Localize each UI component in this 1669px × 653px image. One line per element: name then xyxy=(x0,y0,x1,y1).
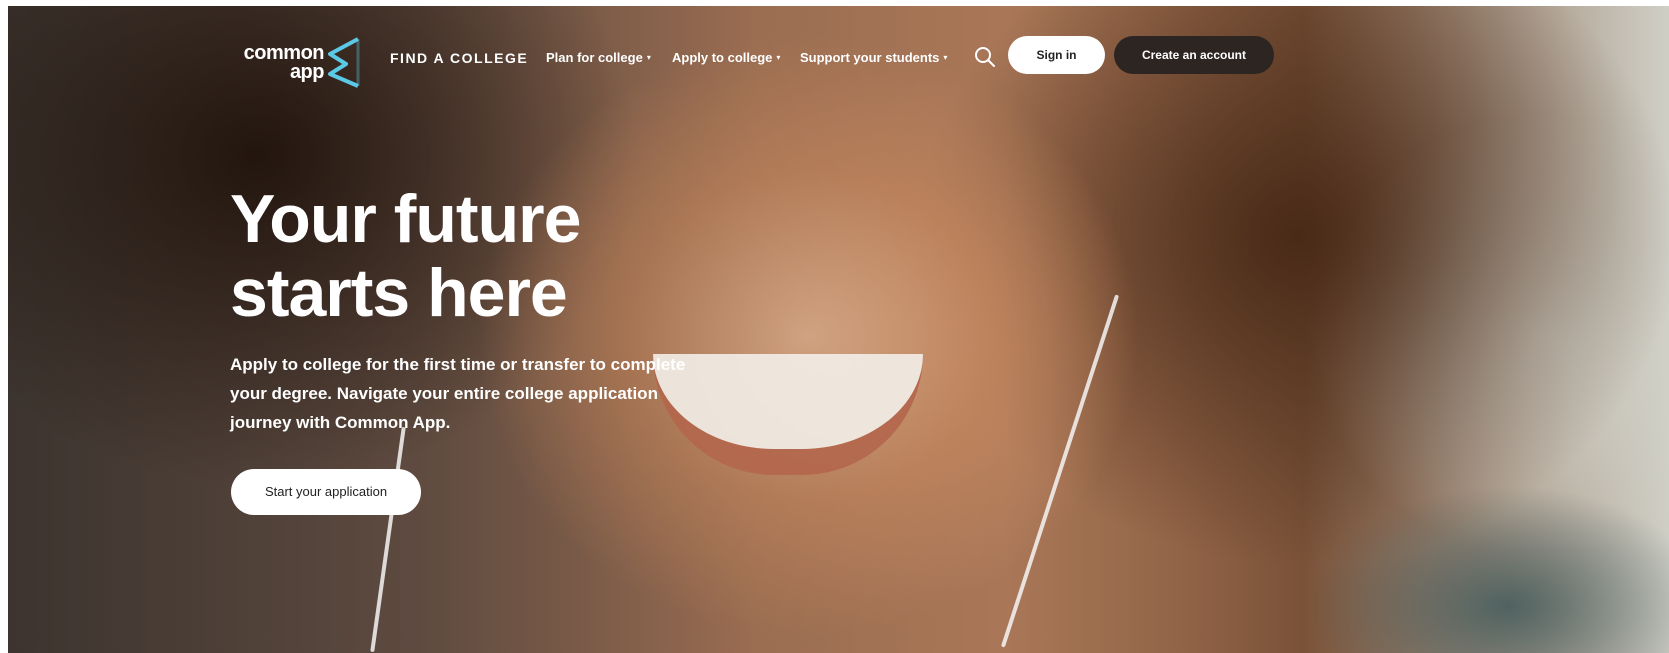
headline-line-2: starts here xyxy=(230,255,568,331)
logo-line-app: app xyxy=(289,61,325,83)
logo-mark-icon xyxy=(328,37,360,88)
nav-plan-label: Plan for college xyxy=(546,50,643,65)
headline-line-1: Your future xyxy=(230,181,581,257)
search-button[interactable] xyxy=(972,44,998,70)
hero-headline: Your future starts here xyxy=(230,181,581,331)
start-application-button[interactable]: Start your application xyxy=(231,469,421,515)
sign-in-button[interactable]: Sign in xyxy=(1008,36,1105,74)
chevron-down-icon: ▾ xyxy=(943,53,948,62)
logo-wordmark: common app xyxy=(226,43,325,83)
top-navigation: common app FIND A COLLEGE Plan for colle… xyxy=(8,6,1669,102)
nav-support-label: Support your students xyxy=(800,50,940,65)
search-icon xyxy=(975,47,995,67)
hero-section: common app FIND A COLLEGE Plan for colle… xyxy=(8,6,1669,653)
create-account-button[interactable]: Create an account xyxy=(1114,36,1274,74)
hero-subtext: Apply to college for the first time or t… xyxy=(230,355,686,432)
chevron-down-icon: ▾ xyxy=(646,53,651,62)
nav-support-your-students[interactable]: Support your students ▾ xyxy=(800,50,947,65)
nav-find-a-college[interactable]: FIND A COLLEGE xyxy=(390,50,528,66)
common-app-logo[interactable]: common app xyxy=(226,36,366,88)
nav-apply-to-college[interactable]: Apply to college ▾ xyxy=(672,50,780,65)
nav-apply-label: Apply to college xyxy=(672,50,773,65)
chevron-down-icon: ▾ xyxy=(776,53,781,62)
nav-plan-for-college[interactable]: Plan for college ▾ xyxy=(546,50,651,65)
